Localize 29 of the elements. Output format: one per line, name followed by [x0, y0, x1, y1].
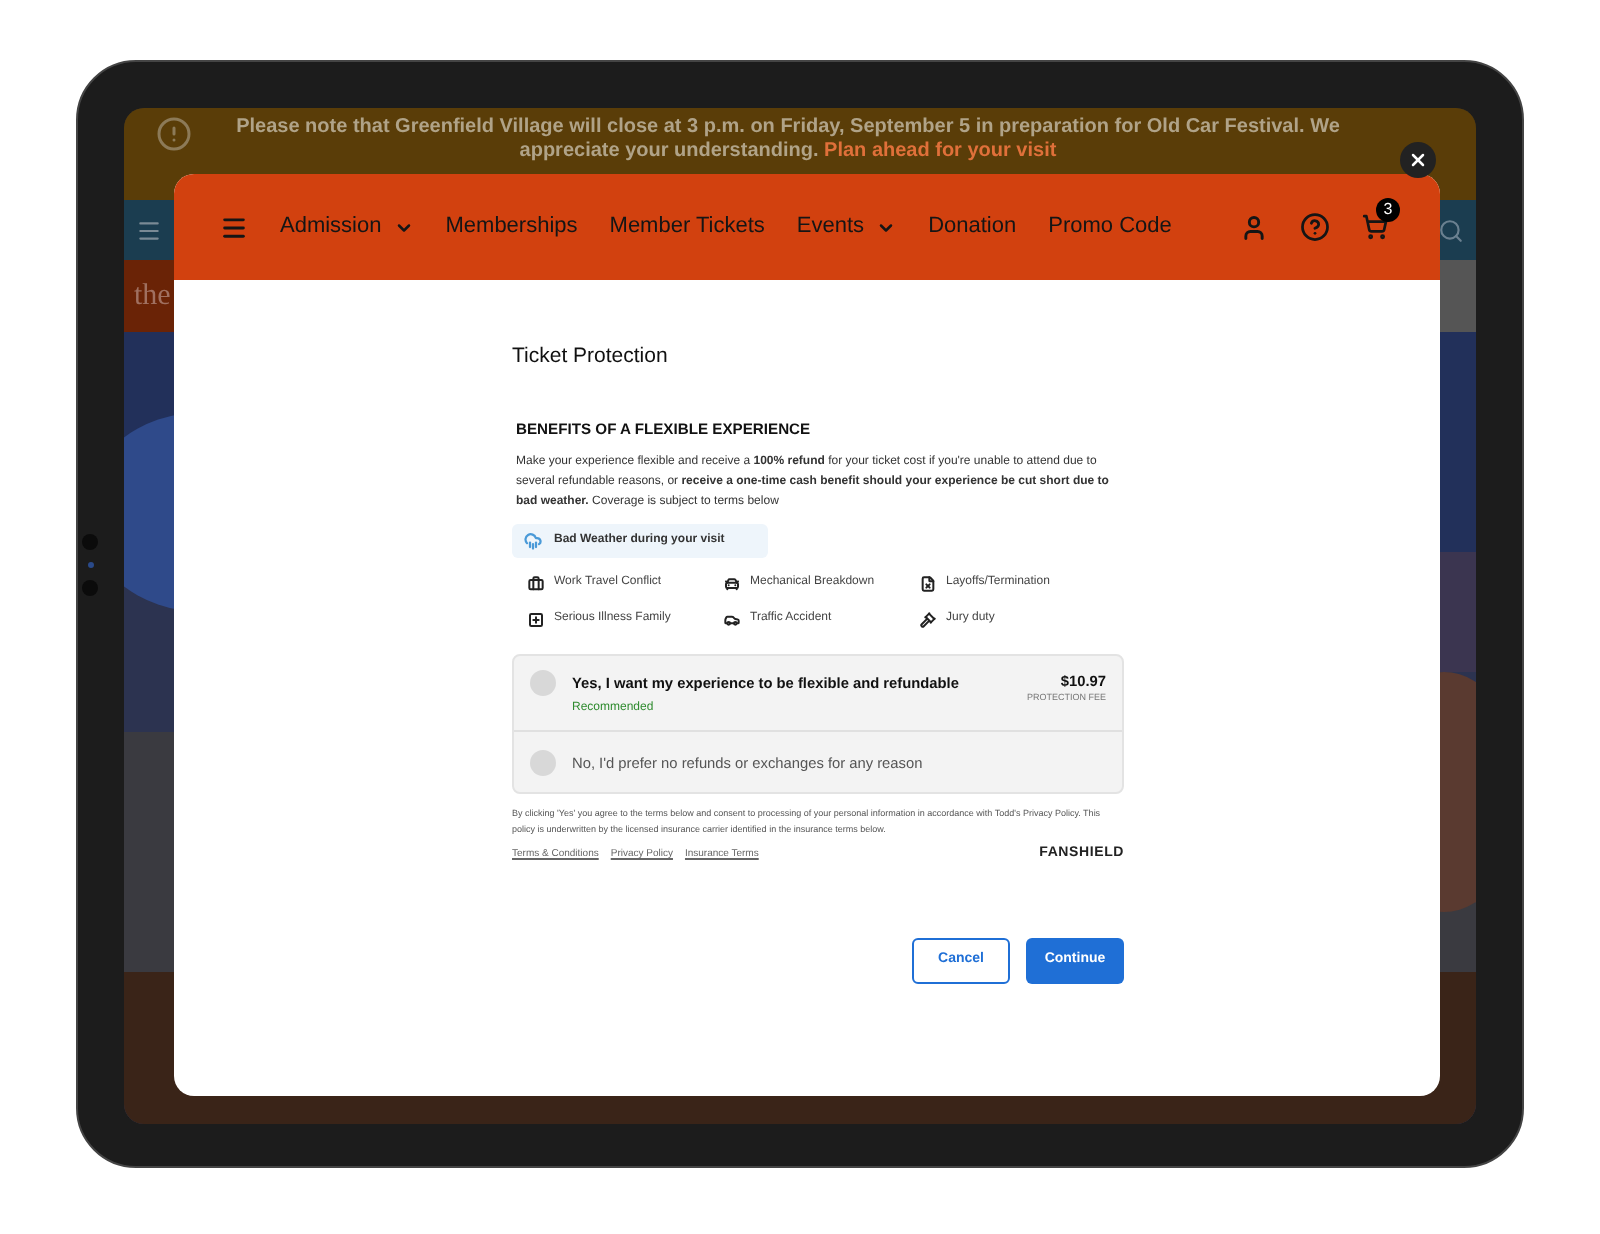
nav-link[interactable]: Memberships — [445, 210, 578, 244]
benefit-icon — [724, 611, 740, 628]
side-panel — [1440, 260, 1476, 332]
nav-link[interactable]: Member Tickets — [609, 210, 765, 244]
nav-link[interactable]: Donation — [928, 210, 1017, 244]
close-icon — [1408, 150, 1428, 170]
benefit-icon — [724, 575, 740, 592]
menu-icon[interactable] — [220, 213, 248, 241]
help-icon[interactable] — [1300, 212, 1330, 242]
plan-ahead-link[interactable]: Plan ahead for your visit — [824, 140, 1057, 162]
alert-icon — [156, 116, 192, 152]
user-icon[interactable] — [1240, 213, 1268, 241]
cart-icon[interactable] — [1362, 214, 1388, 240]
radio-button[interactable] — [530, 750, 556, 777]
menu-icon[interactable] — [136, 217, 162, 243]
nav-link[interactable]: Promo Code — [1048, 210, 1172, 244]
hero-text: the — [134, 277, 171, 316]
radio-button[interactable] — [530, 670, 556, 697]
nav-link[interactable]: Admission — [280, 210, 414, 244]
modal-title: Ticket Protection — [512, 342, 670, 372]
nav-link[interactable]: Events — [796, 210, 897, 244]
cloud-rain-icon — [524, 532, 542, 551]
benefit-icon — [528, 611, 544, 628]
search-icon[interactable] — [1438, 217, 1464, 243]
cart-count: 3 — [1376, 198, 1400, 222]
alert-text: Please note that Greenfield Village will close at 3 p.m. on Friday, September 5 in preparation for Old Car Festival. We appreciate your understanding. Plan ahead for your visit — [234, 116, 1342, 164]
benefit-icon — [920, 611, 936, 628]
benefit-icon — [528, 575, 544, 592]
benefit-icon — [920, 575, 936, 592]
